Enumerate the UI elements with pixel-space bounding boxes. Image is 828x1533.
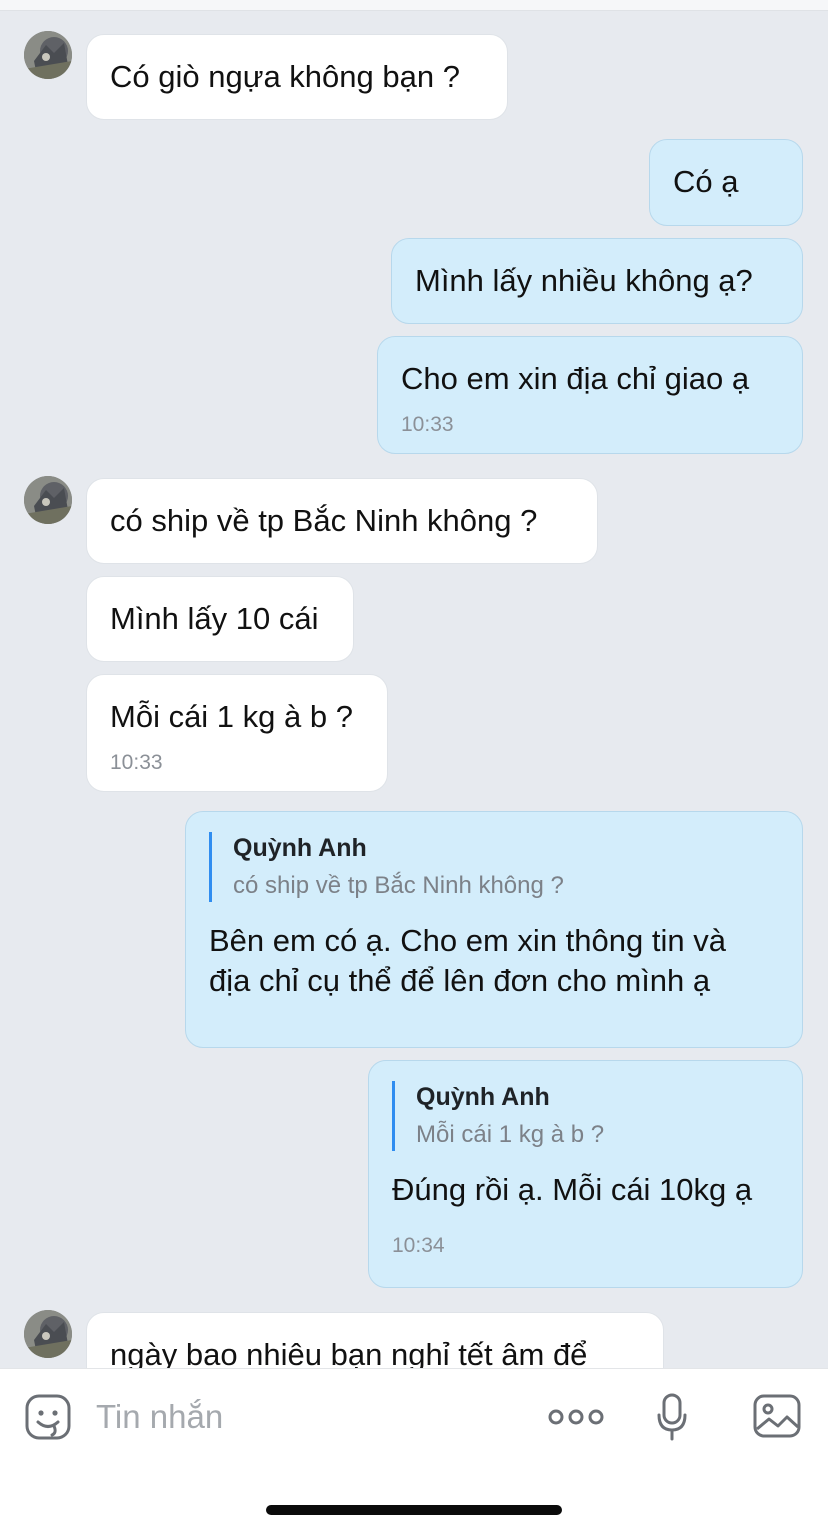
contact-avatar[interactable] [24, 1310, 72, 1358]
avatar-image [24, 1310, 72, 1358]
message-text: có ship về tp Bắc Ninh không ? [110, 503, 538, 538]
message-text-line: Bên em có ạ. Cho em xin thông tin và [209, 923, 726, 958]
more-icon[interactable] [548, 1405, 604, 1429]
header-edge [0, 0, 828, 11]
outgoing-reply-message[interactable]: Quỳnh Anh Mỗi cái 1 kg à b ? Đúng rồi ạ.… [368, 1060, 803, 1288]
image-icon[interactable] [752, 1393, 802, 1439]
outgoing-reply-message[interactable]: Quỳnh Anh có ship về tp Bắc Ninh không ?… [185, 811, 803, 1048]
incoming-message[interactable]: Mình lấy 10 cái [86, 576, 354, 662]
incoming-message[interactable]: có ship về tp Bắc Ninh không ? [86, 478, 598, 564]
message-text-line: địa chỉ cụ thể để lên đơn cho mình ạ [209, 963, 711, 998]
message-timestamp: 10:33 [110, 751, 163, 774]
message-timestamp: 10:34 [392, 1234, 445, 1257]
quoted-text: Mỗi cái 1 kg à b ? [416, 1121, 605, 1148]
contact-avatar[interactable] [24, 31, 72, 79]
quoted-text: có ship về tp Bắc Ninh không ? [233, 872, 564, 899]
quoted-author: Quỳnh Anh [233, 834, 367, 862]
avatar-image [24, 476, 72, 524]
message-text: Có ạ [673, 164, 739, 199]
message-text: ngày bao nhiêu bạn nghỉ tết âm để [110, 1337, 588, 1368]
home-indicator [266, 1505, 562, 1515]
message-text: Đúng rồi ạ. Mỗi cái 10kg ạ [392, 1172, 753, 1207]
outgoing-message[interactable]: Có ạ [649, 139, 803, 226]
avatar-image [24, 31, 72, 79]
quoted-message[interactable]: Quỳnh Anh Mỗi cái 1 kg à b ? [392, 1081, 779, 1151]
message-input[interactable]: Tin nhắn [96, 1397, 223, 1437]
incoming-message[interactable]: ngày bao nhiêu bạn nghỉ tết âm để [86, 1312, 664, 1368]
message-text: Mỗi cái 1 kg à b ? [110, 699, 353, 734]
sticker-icon[interactable] [24, 1393, 72, 1441]
outgoing-message[interactable]: Cho em xin địa chỉ giao ạ 10:33 [377, 336, 803, 454]
quoted-author: Quỳnh Anh [416, 1083, 550, 1111]
message-text: Mình lấy nhiều không ạ? [415, 263, 753, 298]
incoming-message[interactable]: Có giò ngựa không bạn ? [86, 34, 508, 120]
incoming-message[interactable]: Mỗi cái 1 kg à b ? 10:33 [86, 674, 388, 792]
message-text: Cho em xin địa chỉ giao ạ [401, 361, 750, 396]
message-text: Mình lấy 10 cái [110, 601, 319, 636]
chat-history[interactable]: Có giò ngựa không bạn ? Có ạ Mình lấy nh… [0, 0, 828, 1368]
outgoing-message[interactable]: Mình lấy nhiều không ạ? [391, 238, 803, 324]
message-timestamp: 10:33 [401, 413, 454, 436]
message-text: Có giò ngựa không bạn ? [110, 59, 460, 94]
quoted-message[interactable]: Quỳnh Anh có ship về tp Bắc Ninh không ? [209, 832, 779, 902]
message-composer: Tin nhắn [0, 1368, 828, 1533]
contact-avatar[interactable] [24, 476, 72, 524]
microphone-icon[interactable] [656, 1393, 688, 1441]
